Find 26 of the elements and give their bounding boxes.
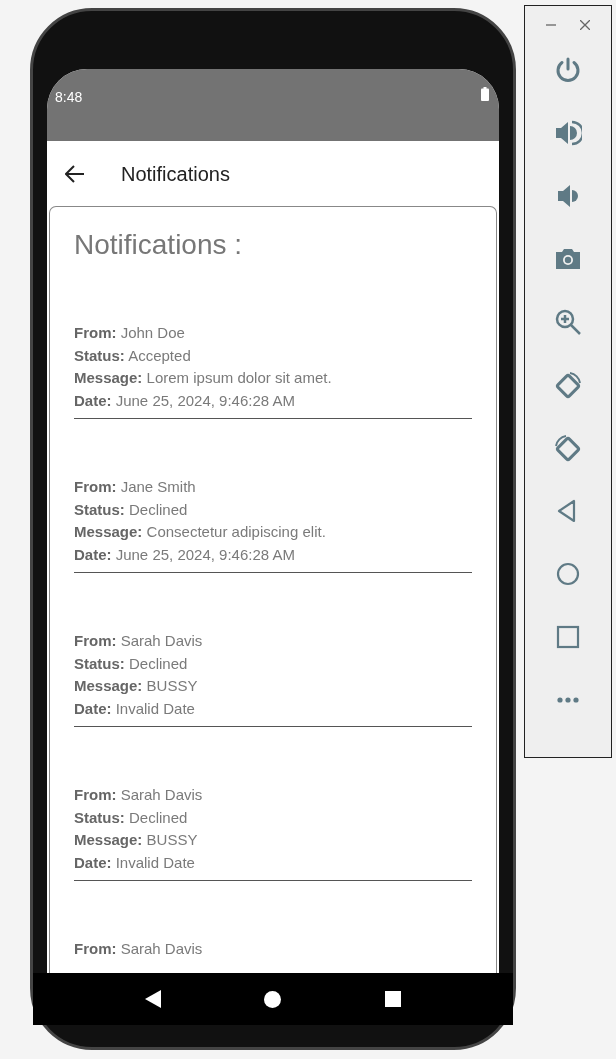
notification-line: Message: Lorem ipsum dolor sit amet.	[74, 368, 333, 388]
notification-line: Message: BUSSY	[74, 830, 199, 850]
notification-line: Date: Invalid Date	[74, 852, 196, 873]
notification-line: Message: Consectetur adipiscing elit.	[74, 522, 327, 542]
battery-icon	[481, 87, 489, 101]
app-bar-title: Notifications	[121, 161, 230, 187]
notification-line: From: Sarah Davis	[74, 939, 204, 959]
notification-line: From: Sarah Davis	[74, 631, 204, 651]
notification-line: Status: Declined	[74, 499, 189, 520]
notification-line: Date: June 25, 2024, 9:46:28 AM	[74, 390, 296, 411]
back-arrow-icon[interactable]	[65, 164, 85, 183]
notifications-heading: Notifications :	[74, 228, 244, 262]
notification-line: Status: Accepted	[74, 345, 192, 366]
notification-line: From: Sarah Davis	[74, 785, 204, 805]
notification-line: Status: Declined	[74, 653, 189, 674]
overview-square-icon[interactable]	[385, 991, 402, 1007]
close-icon[interactable]	[580, 20, 590, 30]
back-triangle-icon[interactable]	[144, 990, 161, 1008]
notification-line: Message: BUSSY	[74, 676, 199, 696]
status-time: 8:48	[55, 88, 83, 107]
home-circle-icon[interactable]	[264, 990, 282, 1008]
notification-line: Status: Declined	[74, 807, 189, 828]
notification-line: Date: June 25, 2024, 9:46:28 AM	[74, 544, 296, 565]
notification-line: From: Jane Smith	[74, 477, 197, 497]
notification-line: From: John Doe	[74, 323, 186, 343]
notification-line: Date: Invalid Date	[74, 698, 196, 719]
